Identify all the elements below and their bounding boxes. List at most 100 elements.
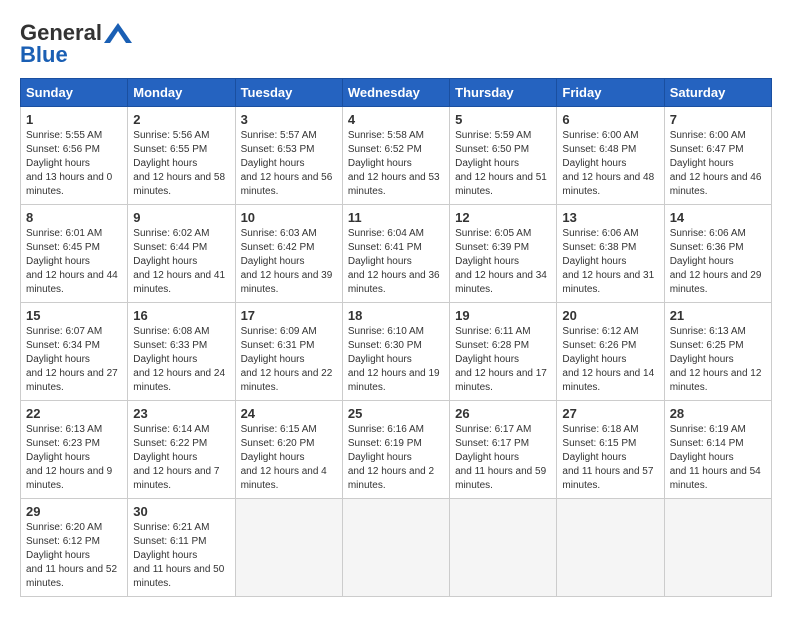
day-info: Sunrise: 6:20 AM Sunset: 6:12 PM Dayligh… — [26, 521, 122, 591]
calendar-day-cell: 11 Sunrise: 6:04 AM Sunset: 6:41 PM Dayl… — [342, 205, 449, 303]
calendar-week-row: 8 Sunrise: 6:01 AM Sunset: 6:45 PM Dayli… — [21, 205, 772, 303]
calendar-week-row: 22 Sunrise: 6:13 AM Sunset: 6:23 PM Dayl… — [21, 401, 772, 499]
calendar-day-cell: 26 Sunrise: 6:17 AM Sunset: 6:17 PM Dayl… — [450, 401, 557, 499]
weekday-header: Monday — [128, 79, 235, 107]
calendar-day-cell: 15 Sunrise: 6:07 AM Sunset: 6:34 PM Dayl… — [21, 303, 128, 401]
day-info: Sunrise: 6:04 AM Sunset: 6:41 PM Dayligh… — [348, 227, 444, 297]
calendar-day-cell: 4 Sunrise: 5:58 AM Sunset: 6:52 PM Dayli… — [342, 107, 449, 205]
day-info: Sunrise: 6:18 AM Sunset: 6:15 PM Dayligh… — [562, 423, 658, 493]
day-number: 23 — [133, 406, 229, 421]
calendar-table: SundayMondayTuesdayWednesdayThursdayFrid… — [20, 78, 772, 597]
day-number: 3 — [241, 112, 337, 127]
day-number: 4 — [348, 112, 444, 127]
day-number: 5 — [455, 112, 551, 127]
day-info: Sunrise: 6:05 AM Sunset: 6:39 PM Dayligh… — [455, 227, 551, 297]
day-info: Sunrise: 6:08 AM Sunset: 6:33 PM Dayligh… — [133, 325, 229, 395]
weekday-header: Saturday — [664, 79, 771, 107]
calendar-day-cell: 3 Sunrise: 5:57 AM Sunset: 6:53 PM Dayli… — [235, 107, 342, 205]
day-info: Sunrise: 5:59 AM Sunset: 6:50 PM Dayligh… — [455, 129, 551, 199]
day-info: Sunrise: 5:56 AM Sunset: 6:55 PM Dayligh… — [133, 129, 229, 199]
day-number: 26 — [455, 406, 551, 421]
day-info: Sunrise: 6:06 AM Sunset: 6:36 PM Dayligh… — [670, 227, 766, 297]
day-number: 22 — [26, 406, 122, 421]
day-number: 28 — [670, 406, 766, 421]
day-number: 24 — [241, 406, 337, 421]
calendar-day-cell: 8 Sunrise: 6:01 AM Sunset: 6:45 PM Dayli… — [21, 205, 128, 303]
day-info: Sunrise: 6:11 AM Sunset: 6:28 PM Dayligh… — [455, 325, 551, 395]
day-info: Sunrise: 6:19 AM Sunset: 6:14 PM Dayligh… — [670, 423, 766, 493]
day-number: 25 — [348, 406, 444, 421]
day-info: Sunrise: 6:13 AM Sunset: 6:23 PM Dayligh… — [26, 423, 122, 493]
calendar-day-cell: 13 Sunrise: 6:06 AM Sunset: 6:38 PM Dayl… — [557, 205, 664, 303]
calendar-day-cell: 18 Sunrise: 6:10 AM Sunset: 6:30 PM Dayl… — [342, 303, 449, 401]
logo: General Blue — [20, 20, 132, 68]
calendar-day-cell — [235, 499, 342, 597]
calendar-day-cell: 30 Sunrise: 6:21 AM Sunset: 6:11 PM Dayl… — [128, 499, 235, 597]
calendar-day-cell: 17 Sunrise: 6:09 AM Sunset: 6:31 PM Dayl… — [235, 303, 342, 401]
day-info: Sunrise: 6:00 AM Sunset: 6:47 PM Dayligh… — [670, 129, 766, 199]
day-number: 10 — [241, 210, 337, 225]
day-number: 29 — [26, 504, 122, 519]
day-number: 30 — [133, 504, 229, 519]
calendar-day-cell: 5 Sunrise: 5:59 AM Sunset: 6:50 PM Dayli… — [450, 107, 557, 205]
calendar-day-cell: 23 Sunrise: 6:14 AM Sunset: 6:22 PM Dayl… — [128, 401, 235, 499]
logo-blue-text: Blue — [20, 42, 68, 68]
calendar-day-cell: 25 Sunrise: 6:16 AM Sunset: 6:19 PM Dayl… — [342, 401, 449, 499]
calendar-day-cell: 21 Sunrise: 6:13 AM Sunset: 6:25 PM Dayl… — [664, 303, 771, 401]
day-number: 17 — [241, 308, 337, 323]
day-number: 7 — [670, 112, 766, 127]
calendar-week-row: 15 Sunrise: 6:07 AM Sunset: 6:34 PM Dayl… — [21, 303, 772, 401]
calendar-day-cell: 20 Sunrise: 6:12 AM Sunset: 6:26 PM Dayl… — [557, 303, 664, 401]
calendar-week-row: 1 Sunrise: 5:55 AM Sunset: 6:56 PM Dayli… — [21, 107, 772, 205]
calendar-day-cell: 14 Sunrise: 6:06 AM Sunset: 6:36 PM Dayl… — [664, 205, 771, 303]
day-info: Sunrise: 6:15 AM Sunset: 6:20 PM Dayligh… — [241, 423, 337, 493]
day-info: Sunrise: 6:06 AM Sunset: 6:38 PM Dayligh… — [562, 227, 658, 297]
day-number: 12 — [455, 210, 551, 225]
day-info: Sunrise: 6:00 AM Sunset: 6:48 PM Dayligh… — [562, 129, 658, 199]
day-number: 14 — [670, 210, 766, 225]
day-info: Sunrise: 6:10 AM Sunset: 6:30 PM Dayligh… — [348, 325, 444, 395]
day-number: 6 — [562, 112, 658, 127]
day-info: Sunrise: 5:58 AM Sunset: 6:52 PM Dayligh… — [348, 129, 444, 199]
calendar-day-cell — [557, 499, 664, 597]
calendar-day-cell: 6 Sunrise: 6:00 AM Sunset: 6:48 PM Dayli… — [557, 107, 664, 205]
weekday-header: Tuesday — [235, 79, 342, 107]
day-number: 11 — [348, 210, 444, 225]
day-number: 27 — [562, 406, 658, 421]
day-info: Sunrise: 6:14 AM Sunset: 6:22 PM Dayligh… — [133, 423, 229, 493]
weekday-header: Thursday — [450, 79, 557, 107]
day-info: Sunrise: 5:55 AM Sunset: 6:56 PM Dayligh… — [26, 129, 122, 199]
calendar-day-cell: 16 Sunrise: 6:08 AM Sunset: 6:33 PM Dayl… — [128, 303, 235, 401]
calendar-day-cell: 2 Sunrise: 5:56 AM Sunset: 6:55 PM Dayli… — [128, 107, 235, 205]
day-info: Sunrise: 6:21 AM Sunset: 6:11 PM Dayligh… — [133, 521, 229, 591]
logo-icon — [104, 23, 132, 43]
calendar-day-cell: 19 Sunrise: 6:11 AM Sunset: 6:28 PM Dayl… — [450, 303, 557, 401]
calendar-day-cell — [450, 499, 557, 597]
day-info: Sunrise: 6:17 AM Sunset: 6:17 PM Dayligh… — [455, 423, 551, 493]
calendar-day-cell: 24 Sunrise: 6:15 AM Sunset: 6:20 PM Dayl… — [235, 401, 342, 499]
calendar-day-cell: 10 Sunrise: 6:03 AM Sunset: 6:42 PM Dayl… — [235, 205, 342, 303]
day-number: 21 — [670, 308, 766, 323]
calendar-header-row: SundayMondayTuesdayWednesdayThursdayFrid… — [21, 79, 772, 107]
day-number: 20 — [562, 308, 658, 323]
day-number: 16 — [133, 308, 229, 323]
day-info: Sunrise: 5:57 AM Sunset: 6:53 PM Dayligh… — [241, 129, 337, 199]
calendar-day-cell — [664, 499, 771, 597]
day-number: 13 — [562, 210, 658, 225]
calendar-day-cell: 7 Sunrise: 6:00 AM Sunset: 6:47 PM Dayli… — [664, 107, 771, 205]
day-number: 15 — [26, 308, 122, 323]
day-number: 18 — [348, 308, 444, 323]
calendar-day-cell: 27 Sunrise: 6:18 AM Sunset: 6:15 PM Dayl… — [557, 401, 664, 499]
day-number: 2 — [133, 112, 229, 127]
day-info: Sunrise: 6:03 AM Sunset: 6:42 PM Dayligh… — [241, 227, 337, 297]
day-info: Sunrise: 6:02 AM Sunset: 6:44 PM Dayligh… — [133, 227, 229, 297]
calendar-week-row: 29 Sunrise: 6:20 AM Sunset: 6:12 PM Dayl… — [21, 499, 772, 597]
day-number: 8 — [26, 210, 122, 225]
day-number: 19 — [455, 308, 551, 323]
calendar-day-cell: 1 Sunrise: 5:55 AM Sunset: 6:56 PM Dayli… — [21, 107, 128, 205]
weekday-header: Sunday — [21, 79, 128, 107]
calendar-day-cell: 28 Sunrise: 6:19 AM Sunset: 6:14 PM Dayl… — [664, 401, 771, 499]
day-info: Sunrise: 6:16 AM Sunset: 6:19 PM Dayligh… — [348, 423, 444, 493]
day-info: Sunrise: 6:12 AM Sunset: 6:26 PM Dayligh… — [562, 325, 658, 395]
calendar-day-cell: 22 Sunrise: 6:13 AM Sunset: 6:23 PM Dayl… — [21, 401, 128, 499]
